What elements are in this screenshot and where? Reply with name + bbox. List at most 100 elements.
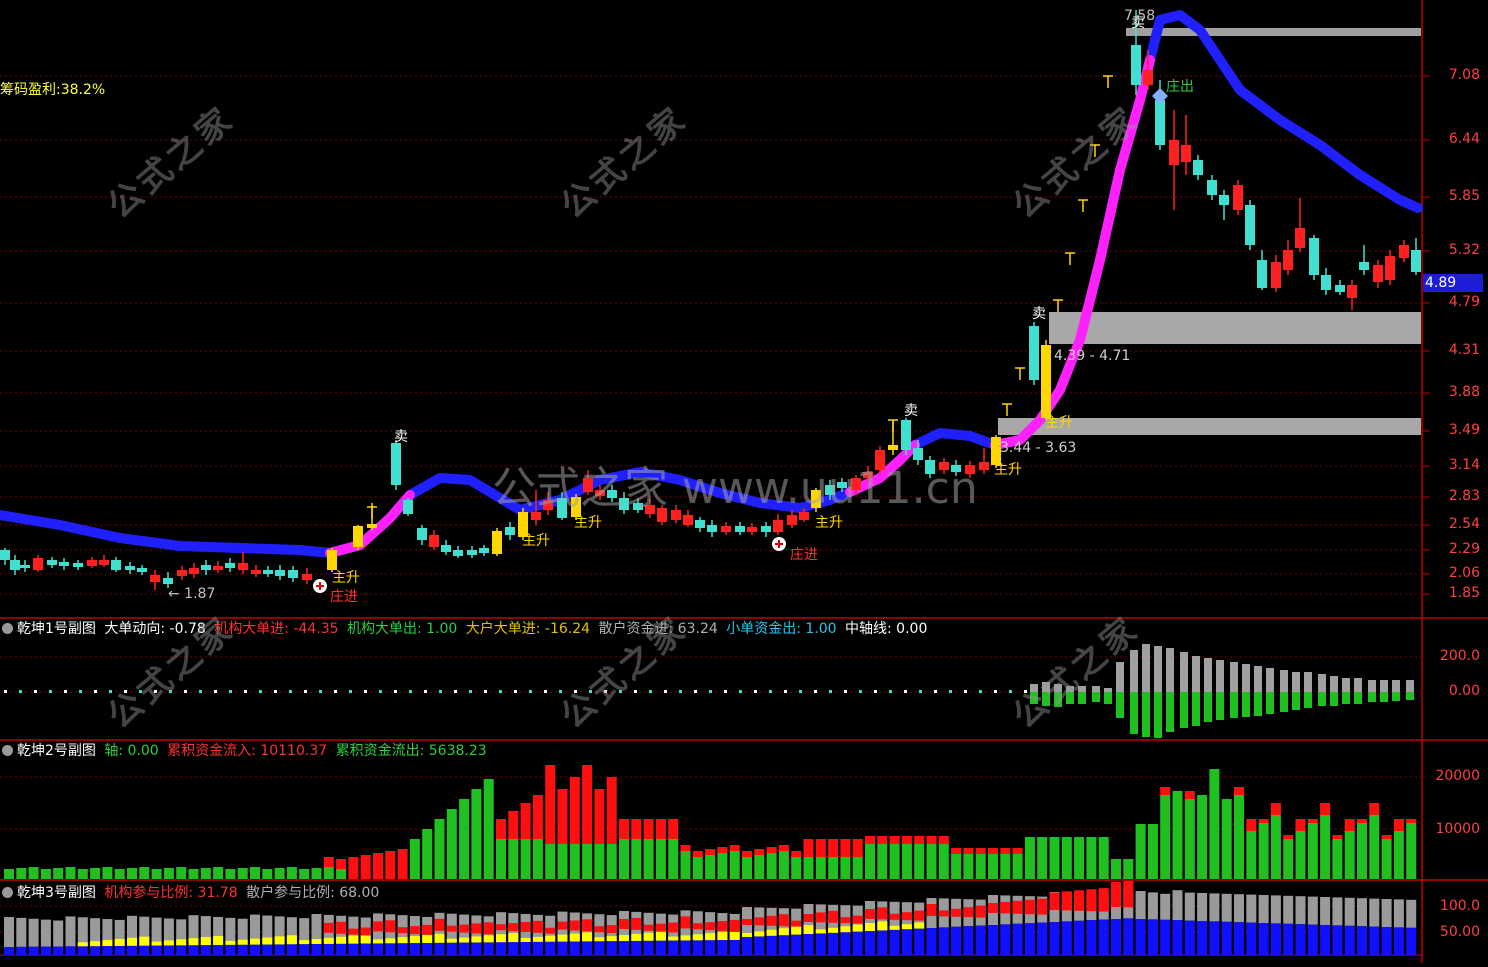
sub3-yellow-area bbox=[619, 935, 629, 941]
sub2-outflow-bar bbox=[200, 868, 211, 879]
sub2-outflow-bar bbox=[520, 839, 531, 879]
candle-body bbox=[263, 570, 273, 574]
sub2-outflow-bar bbox=[1381, 839, 1392, 879]
sub1-axis-top: 200.0 bbox=[1439, 648, 1480, 664]
sub1-retail-bar bbox=[1142, 644, 1150, 692]
sub2-inflow-bar bbox=[1160, 787, 1171, 795]
main-rise-label: 主升 bbox=[994, 462, 1022, 478]
price-axis-label: 1.85 bbox=[1448, 585, 1480, 601]
sub2-inflow-bar bbox=[828, 839, 839, 857]
candle-body bbox=[1041, 345, 1051, 418]
sub2-outflow-bar bbox=[4, 869, 14, 879]
sub2-inflow-bar bbox=[1012, 848, 1023, 854]
sub1-retail-bar bbox=[1280, 670, 1288, 692]
candle-body bbox=[403, 500, 413, 514]
sub2-inflow-bar bbox=[1307, 819, 1318, 823]
sub2-inflow-bar bbox=[963, 848, 974, 854]
resistance-zone-upper bbox=[1049, 312, 1421, 344]
sell-signal-label: 卖 bbox=[394, 429, 408, 445]
flow-dot bbox=[889, 690, 892, 693]
sub3-blue-area bbox=[1123, 918, 1134, 955]
sub3-retail-bar bbox=[1221, 893, 1232, 922]
sub1-retail-bar bbox=[1380, 680, 1388, 692]
sub1-institution-bar bbox=[1216, 692, 1224, 720]
flow-dot bbox=[469, 690, 472, 693]
sub3-institution-bar bbox=[471, 923, 482, 934]
sub2-outflow-bar bbox=[127, 868, 137, 879]
sub1-institution-bar bbox=[1342, 692, 1350, 704]
low-price-marker: ← 1.87 bbox=[168, 586, 215, 602]
sub3-blue-area bbox=[1024, 923, 1035, 955]
sub3-blue-area bbox=[360, 943, 371, 955]
sub2-inflow-bar bbox=[914, 836, 925, 844]
sub3-retail-bar bbox=[1172, 890, 1183, 921]
sub3-yellow-area bbox=[791, 926, 802, 935]
sub3-institution-bar bbox=[951, 908, 962, 917]
sub3-blue-area bbox=[975, 925, 986, 955]
sub3-yellow-area bbox=[422, 934, 433, 943]
sub3-institution-bar bbox=[569, 920, 580, 931]
price-axis-label: 4.31 bbox=[1448, 342, 1480, 358]
sub3-blue-area bbox=[1332, 925, 1343, 955]
price-axis-label: 3.88 bbox=[1448, 384, 1480, 400]
sub3-blue-area bbox=[409, 943, 420, 955]
flow-dot bbox=[4, 690, 7, 693]
candle-body bbox=[251, 570, 261, 574]
sub3-blue-area bbox=[286, 944, 297, 955]
main-rise-label: 主升 bbox=[574, 515, 602, 531]
sub2-inflow-bar bbox=[742, 851, 752, 857]
candle-body bbox=[275, 570, 285, 576]
sub2-inflow-bar bbox=[631, 819, 642, 839]
sub2-outflow-bar bbox=[545, 844, 556, 879]
collapse-icon[interactable] bbox=[2, 745, 13, 756]
flow-dot bbox=[829, 690, 832, 693]
sub3-yellow-area bbox=[496, 934, 506, 943]
sub3-institution-bar bbox=[655, 923, 666, 932]
sub3-institution-bar bbox=[520, 921, 531, 932]
sub3-institution-bar bbox=[717, 921, 728, 932]
sub1-retail-bar bbox=[1192, 656, 1200, 692]
sub2-outflow-bar bbox=[40, 869, 51, 879]
sub2-inflow-bar bbox=[692, 851, 703, 857]
sub2-outflow-bar bbox=[717, 853, 728, 879]
sub3-retail-bar bbox=[1160, 893, 1171, 920]
ma-line-blue bbox=[0, 510, 335, 558]
indicator-value: 大户大单进: -16.24 bbox=[461, 621, 591, 637]
collapse-icon[interactable] bbox=[2, 887, 13, 898]
candle-body bbox=[888, 445, 898, 450]
sub3-blue-area bbox=[803, 934, 814, 955]
candle-body bbox=[467, 550, 477, 555]
sub3-blue-area bbox=[742, 937, 752, 955]
sub3-blue-area bbox=[840, 932, 851, 955]
flow-dot bbox=[379, 690, 382, 693]
sub2-outflow-bar bbox=[865, 844, 875, 879]
collapse-icon[interactable] bbox=[2, 623, 13, 634]
sub2-outflow-bar bbox=[901, 844, 912, 879]
sub3-blue-area bbox=[483, 942, 494, 955]
sub2-outflow-bar bbox=[606, 844, 617, 879]
sub2-outflow-bar bbox=[1197, 795, 1208, 879]
sub2-inflow-bar bbox=[1295, 819, 1306, 831]
indicator-value: 机构参与比例: 31.78 bbox=[104, 885, 238, 901]
sub3-yellow-area bbox=[729, 930, 740, 940]
candle-body bbox=[1245, 205, 1255, 245]
sub2-outflow-bar bbox=[262, 869, 273, 879]
sub3-retail-bar bbox=[1147, 892, 1158, 920]
sub2-inflow-bar bbox=[582, 765, 593, 844]
sub3-yellow-area bbox=[385, 938, 396, 944]
sub2-inflow-bar bbox=[557, 789, 568, 844]
sub3-blue-area bbox=[139, 945, 150, 955]
sub2-inflow-bar bbox=[988, 848, 998, 854]
sub3-blue-area bbox=[1270, 923, 1281, 955]
flow-dot bbox=[874, 690, 877, 693]
sub3-retail-bar bbox=[1184, 892, 1195, 921]
sub3-retail-bar bbox=[1381, 899, 1392, 927]
sub3-blue-area bbox=[1381, 927, 1392, 955]
flow-dot bbox=[904, 690, 907, 693]
sub3-yellow-area bbox=[877, 921, 888, 931]
sub2-inflow-bar bbox=[1000, 848, 1011, 854]
candle-body bbox=[453, 550, 463, 556]
sub3-institution-bar bbox=[397, 927, 408, 934]
sub3-blue-area bbox=[766, 935, 777, 955]
sub3-yellow-area bbox=[213, 935, 224, 945]
